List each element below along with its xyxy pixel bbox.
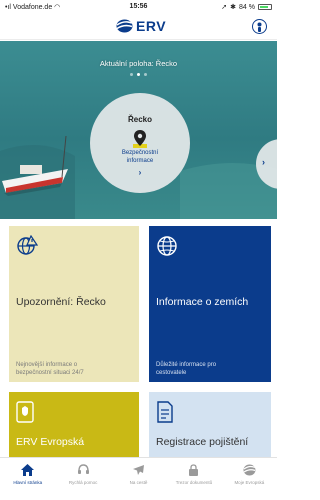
- airplane-icon: [133, 465, 145, 475]
- page-dot[interactable]: [144, 73, 147, 76]
- status-right: ➚ ✱ 84 %: [221, 3, 272, 11]
- tile-erv-card[interactable]: ERV Evropská: [9, 392, 139, 462]
- bottom-tab-bar: Hlavní stránka Rychlá pomoc Na cestě Tre…: [0, 457, 277, 500]
- tab-quick-help[interactable]: Rychlá pomoc: [55, 458, 110, 500]
- page-indicator[interactable]: [0, 73, 277, 76]
- bluetooth-icon: ✱: [230, 4, 237, 11]
- document-icon: [157, 401, 173, 423]
- security-info-link[interactable]: Bezpečnostní informace: [90, 149, 190, 165]
- tab-label: Trezor dokumentů: [174, 480, 214, 485]
- tab-label: Hlavní stránka: [13, 480, 43, 485]
- tab-document-vault[interactable]: Trezor dokumentů: [166, 458, 221, 500]
- app-header: ERV: [0, 14, 277, 40]
- home-icon: [21, 464, 35, 476]
- tab-label-text: Trezor dokumentů: [175, 480, 213, 485]
- person-icon: [257, 22, 262, 32]
- lock-icon: [189, 464, 199, 476]
- tab-on-the-road[interactable]: Na cestě: [111, 458, 166, 500]
- tile-title: ERV Evropská: [16, 436, 85, 448]
- tile-subtitle-line1: Důležité informace pro: [156, 362, 217, 368]
- tile-subtitle: Nejnovější informace o bezpečnostní situ…: [16, 361, 84, 377]
- erv-logo-icon: [243, 464, 256, 476]
- tab-label: Rychlá pomoc: [68, 480, 98, 485]
- tile-title: Registrace pojištění: [156, 436, 249, 448]
- status-bar: •ıl Vodafone.de ◠ 15:56 ➚ ✱ 84 %: [0, 0, 277, 14]
- country-card[interactable]: Řecko Bezpečnostní informace ›: [90, 93, 190, 193]
- tile-country-info[interactable]: Informace o zemích Důležité informace pr…: [149, 226, 271, 382]
- tab-home[interactable]: Hlavní stránka: [0, 458, 55, 500]
- battery-fill: [260, 6, 269, 8]
- location-arrow-icon: ➚: [221, 4, 228, 11]
- battery-icon: [258, 4, 272, 10]
- hero-location-banner: Aktuální poloha: Řecko Řecko Bezpečnostn…: [0, 41, 277, 219]
- globe-alert-icon: [17, 235, 38, 255]
- tile-subtitle-line2: cestovatele: [156, 370, 187, 376]
- security-info-line1: Bezpečnostní: [121, 150, 159, 156]
- tile-title: Informace o zemích: [156, 296, 249, 308]
- erv-logo[interactable]: ERV: [116, 18, 166, 34]
- current-location-label: Aktuální poloha: Řecko: [99, 59, 178, 68]
- tab-label: Na cestě: [129, 480, 148, 485]
- chevron-right-icon: ›: [138, 168, 142, 177]
- logo-text: ERV: [136, 18, 167, 34]
- page-dot[interactable]: [137, 73, 140, 76]
- tile-subtitle-line1: Nejnovější informace o: [16, 362, 78, 368]
- country-name: Řecko: [127, 115, 152, 124]
- globe-icon: [157, 236, 177, 256]
- tile-title: Upozornění: Řecko: [16, 296, 106, 308]
- tab-my-erv[interactable]: Moje Evropská: [222, 458, 277, 500]
- page-dot[interactable]: [130, 73, 133, 76]
- battery-percent: 84 %: [239, 3, 255, 11]
- tab-label: Moje Evropská: [234, 480, 265, 485]
- tile-subtitle-line2: bezpečnostní situaci 24/7: [16, 370, 84, 376]
- tile-country-warning[interactable]: Upozornění: Řecko Nejnovější informace o…: [9, 226, 139, 382]
- profile-button[interactable]: [252, 19, 267, 34]
- location-pin-icon: [133, 130, 147, 148]
- insurance-card-icon: [16, 401, 34, 423]
- security-info-line2: informace: [126, 158, 154, 164]
- headset-icon: [77, 464, 89, 474]
- erv-logo-icon: [116, 19, 133, 33]
- chevron-right-icon: ›: [262, 157, 265, 167]
- tile-insurance-registration[interactable]: Registrace pojištění: [149, 392, 271, 462]
- tile-subtitle: Důležité informace pro cestovatele: [156, 361, 216, 377]
